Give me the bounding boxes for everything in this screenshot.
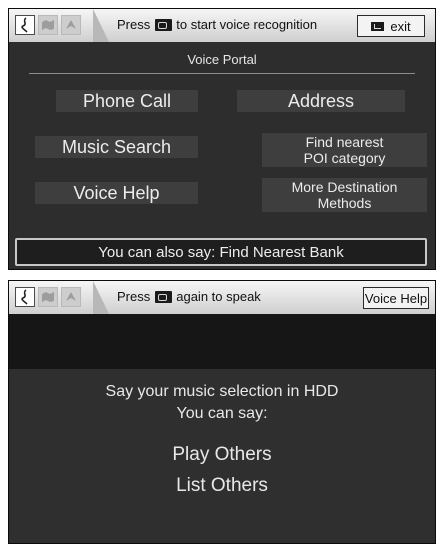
tab-notch bbox=[93, 281, 109, 314]
music-prompt-panel: Say your music selection in HDD You can … bbox=[9, 369, 435, 543]
voice-help-label: Voice Help bbox=[73, 182, 160, 203]
voice-portal-screen: Press to start voice recognition exit Vo… bbox=[8, 8, 436, 270]
also-say-banner: You can also say: Find Nearest Bank bbox=[15, 238, 427, 266]
command-list-others: List Others bbox=[176, 475, 268, 496]
prompt-text-action: again to speak bbox=[176, 289, 261, 304]
prompt-text-press: Press bbox=[117, 289, 151, 304]
tab-notch bbox=[93, 9, 109, 42]
more-destination-line2: Methods bbox=[317, 195, 372, 211]
navigation-icon bbox=[61, 15, 81, 35]
music-search-option[interactable]: Music Search bbox=[35, 136, 198, 158]
music-search-screen: Press again to speak Voice Help Say your… bbox=[8, 280, 436, 544]
find-nearest-line1: Find nearest bbox=[305, 134, 384, 150]
phone-call-option[interactable]: Phone Call bbox=[56, 90, 198, 112]
more-destination-methods-option[interactable]: More Destination Methods bbox=[262, 178, 427, 212]
voice-help-option[interactable]: Voice Help bbox=[35, 182, 198, 204]
prompt-text-press: Press bbox=[117, 17, 151, 32]
status-icons bbox=[15, 15, 81, 36]
status-icons bbox=[15, 287, 81, 308]
back-icon bbox=[371, 21, 385, 31]
talk-button-icon bbox=[155, 290, 173, 303]
voice-prompt: Press to start voice recognition bbox=[117, 17, 317, 32]
voice-help-button-label: Voice Help bbox=[364, 290, 428, 306]
exit-button[interactable]: exit bbox=[357, 15, 425, 37]
address-option[interactable]: Address bbox=[237, 90, 405, 112]
phone-call-label: Phone Call bbox=[82, 90, 172, 111]
prompt-text-action: to start voice recognition bbox=[176, 17, 318, 32]
find-nearest-poi-option[interactable]: Find nearest POI category bbox=[262, 133, 427, 167]
voice-prompt: Press again to speak bbox=[117, 289, 261, 304]
voice-talk-icon bbox=[15, 15, 35, 35]
instruction-line: Say your music selection in HDD bbox=[105, 383, 339, 400]
voice-help-button[interactable]: Voice Help bbox=[363, 287, 429, 309]
find-nearest-line2: POI category bbox=[303, 150, 386, 166]
exit-label: exit bbox=[390, 18, 411, 34]
music-search-label: Music Search bbox=[61, 136, 172, 157]
map-icon bbox=[38, 287, 58, 307]
page-title: Voice Portal bbox=[187, 52, 257, 67]
status-bar: Press to start voice recognition exit bbox=[9, 9, 435, 42]
header-band bbox=[9, 314, 435, 369]
you-can-say-line: You can say: bbox=[176, 405, 268, 422]
status-bar: Press again to speak Voice Help bbox=[9, 281, 435, 314]
navigation-icon bbox=[61, 287, 81, 307]
also-say-text: You can also say: Find Nearest Bank bbox=[98, 243, 344, 261]
more-destination-line1: More Destination bbox=[291, 179, 398, 195]
command-play-others: Play Others bbox=[172, 444, 272, 465]
title-divider bbox=[29, 73, 415, 74]
address-label: Address bbox=[287, 90, 355, 111]
voice-talk-icon bbox=[15, 287, 35, 307]
map-icon bbox=[38, 15, 58, 35]
talk-button-icon bbox=[155, 18, 173, 31]
